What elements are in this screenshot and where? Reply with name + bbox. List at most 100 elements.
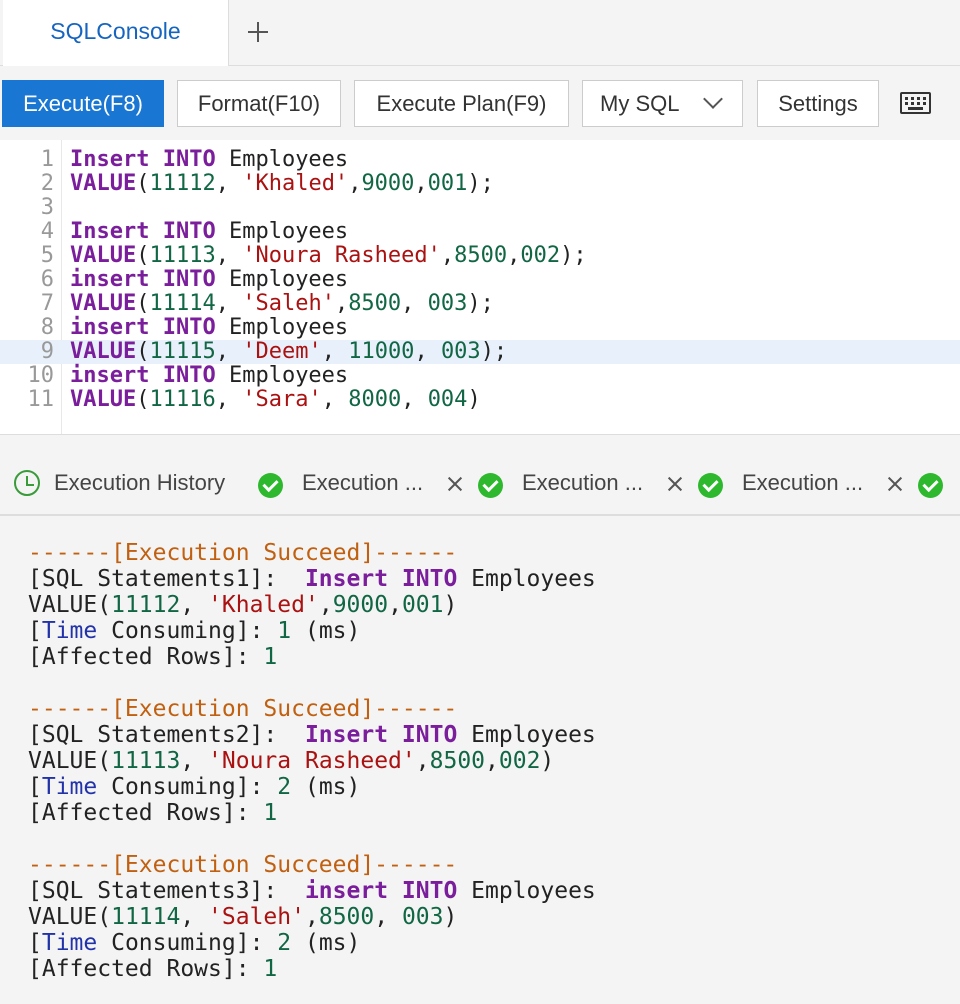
code-token: (ms) bbox=[291, 930, 361, 956]
code-token: INTO bbox=[162, 267, 216, 292]
sql-editor[interactable]: 1 Insert INTO Employees 2 VALUE(11112, 'Kha… bbox=[0, 140, 960, 434]
code-text: VALUE(11115, 'Deem', 11000, 003); bbox=[70, 340, 507, 364]
tab-execution-2[interactable]: Execution ... bbox=[522, 470, 643, 496]
execute-plan-button[interactable]: Execute Plan(F9) bbox=[354, 80, 569, 127]
result-line: VALUE(11113, 'Noura Rasheed',8500,002) bbox=[28, 748, 554, 774]
code-token: VALUE bbox=[70, 243, 137, 268]
result-line: [Affected Rows]: 1 bbox=[28, 800, 277, 826]
result-line: [Affected Rows]: 1 bbox=[28, 956, 277, 982]
code-text: Insert INTO Employees bbox=[70, 148, 348, 172]
code-token: Consuming]: bbox=[97, 774, 278, 800]
editor-line[interactable]: 8 insert INTO Employees bbox=[0, 316, 960, 340]
code-token: INTO bbox=[162, 147, 216, 172]
tab-execution-1[interactable]: Execution ... bbox=[302, 470, 423, 496]
code-token: 2 bbox=[277, 774, 292, 800]
execute-button[interactable]: Execute(F8) bbox=[2, 80, 164, 127]
settings-button[interactable]: Settings bbox=[757, 80, 879, 127]
code-token: 'Noura Rasheed' bbox=[208, 748, 416, 774]
code-token: VALUE bbox=[70, 171, 137, 196]
editor-line[interactable]: 1 Insert INTO Employees bbox=[0, 148, 960, 172]
code-token: VALUE( bbox=[28, 592, 112, 618]
close-icon[interactable] bbox=[666, 475, 684, 493]
line-number: 5 bbox=[40, 243, 54, 268]
code-token: Employees bbox=[215, 147, 349, 172]
code-token: 11114 bbox=[111, 904, 181, 930]
code-token: ( bbox=[136, 387, 150, 412]
code-token: , bbox=[215, 339, 243, 364]
code-token: 1 bbox=[263, 644, 278, 670]
code-token: 8500 bbox=[348, 291, 402, 316]
code-token: ); bbox=[467, 171, 494, 196]
line-number: 10 bbox=[27, 363, 55, 388]
line-number: 8 bbox=[40, 315, 54, 340]
code-text: insert INTO Employees bbox=[70, 268, 348, 292]
code-token: , bbox=[321, 387, 349, 412]
code-text: VALUE(11112, 'Khaled',9000,001); bbox=[70, 172, 494, 196]
code-token: [Affected Rows]: bbox=[28, 800, 264, 826]
tab-sqlconsole[interactable]: SQLConsole bbox=[3, 0, 229, 66]
history-icon[interactable] bbox=[14, 470, 40, 496]
code-token: ); bbox=[467, 291, 494, 316]
code-token: [SQL Statements1]: bbox=[28, 566, 305, 592]
code-token: Time bbox=[41, 930, 98, 956]
code-text: insert INTO Employees bbox=[70, 364, 348, 388]
code-token: Employees bbox=[215, 267, 349, 292]
code-token: [Affected Rows]: bbox=[28, 644, 264, 670]
code-text: Insert INTO Employees bbox=[70, 220, 348, 244]
execution-results-output: ------[Execution Succeed]------ [SQL Stat… bbox=[0, 516, 960, 1004]
plus-icon[interactable] bbox=[240, 14, 276, 50]
result-line: VALUE(11114, 'Saleh',8500, 003) bbox=[28, 904, 457, 930]
code-token: 'Sara' bbox=[242, 387, 322, 412]
code-token: 'Deem' bbox=[242, 339, 322, 364]
code-token: INTO bbox=[162, 315, 216, 340]
code-token: , bbox=[215, 243, 243, 268]
editor-line[interactable]: 9 VALUE(11115, 'Deem', 11000, 003); bbox=[0, 340, 960, 364]
code-token: 004 bbox=[427, 387, 468, 412]
editor-line[interactable]: 7 VALUE(11114, 'Saleh',8500, 003); bbox=[0, 292, 960, 316]
code-token: 11114 bbox=[149, 291, 216, 316]
code-token: [ bbox=[28, 618, 42, 644]
editor-line[interactable]: 2 VALUE(11112, 'Khaled',9000,001); bbox=[0, 172, 960, 196]
code-token: , bbox=[304, 904, 319, 930]
code-token: Consuming]: bbox=[97, 618, 278, 644]
tab-execution-history[interactable]: Execution History bbox=[54, 470, 225, 496]
console-tab-bar: SQLConsole bbox=[0, 0, 960, 66]
code-token: 1 bbox=[263, 956, 278, 982]
keyboard-icon[interactable] bbox=[900, 92, 931, 114]
editor-line[interactable]: 4 Insert INTO Employees bbox=[0, 220, 960, 244]
line-number: 7 bbox=[40, 291, 54, 316]
editor-line[interactable]: 10 insert INTO Employees bbox=[0, 364, 960, 388]
code-token: Insert bbox=[70, 147, 150, 172]
code-token: Time bbox=[41, 774, 98, 800]
code-token: VALUE bbox=[70, 339, 137, 364]
code-token: 1 bbox=[263, 800, 278, 826]
code-token: ) bbox=[540, 748, 555, 774]
editor-line[interactable]: 6 insert INTO Employees bbox=[0, 268, 960, 292]
editor-line[interactable]: 5 VALUE(11113, 'Noura Rasheed',8500,002); bbox=[0, 244, 960, 268]
code-token: Employees bbox=[457, 878, 596, 904]
code-token: Insert bbox=[70, 219, 150, 244]
editor-line[interactable]: 3 bbox=[0, 196, 960, 220]
code-token: 1 bbox=[277, 618, 292, 644]
code-token: 'Saleh' bbox=[242, 291, 335, 316]
code-token: , bbox=[180, 748, 209, 774]
database-type-select[interactable]: My SQL bbox=[582, 80, 743, 127]
close-icon[interactable] bbox=[446, 475, 464, 493]
code-token: ( bbox=[136, 339, 150, 364]
code-token: 8500 bbox=[318, 904, 375, 930]
editor-line[interactable]: 11 VALUE(11116, 'Sara', 8000, 004) bbox=[0, 388, 960, 412]
database-type-label: My SQL bbox=[600, 91, 680, 116]
code-token: , bbox=[485, 748, 499, 774]
success-check-icon bbox=[698, 473, 723, 498]
chevron-down-icon bbox=[703, 89, 723, 109]
code-token: 002 bbox=[520, 243, 561, 268]
code-token: , bbox=[374, 904, 402, 930]
tab-execution-3[interactable]: Execution ... bbox=[742, 470, 863, 496]
close-icon[interactable] bbox=[886, 475, 904, 493]
code-token: Insert bbox=[304, 722, 389, 748]
toolbar: Execute(F8) Format(F10) Execute Plan(F9)… bbox=[0, 66, 960, 140]
code-token: VALUE bbox=[70, 291, 137, 316]
format-button[interactable]: Format(F10) bbox=[177, 80, 341, 127]
